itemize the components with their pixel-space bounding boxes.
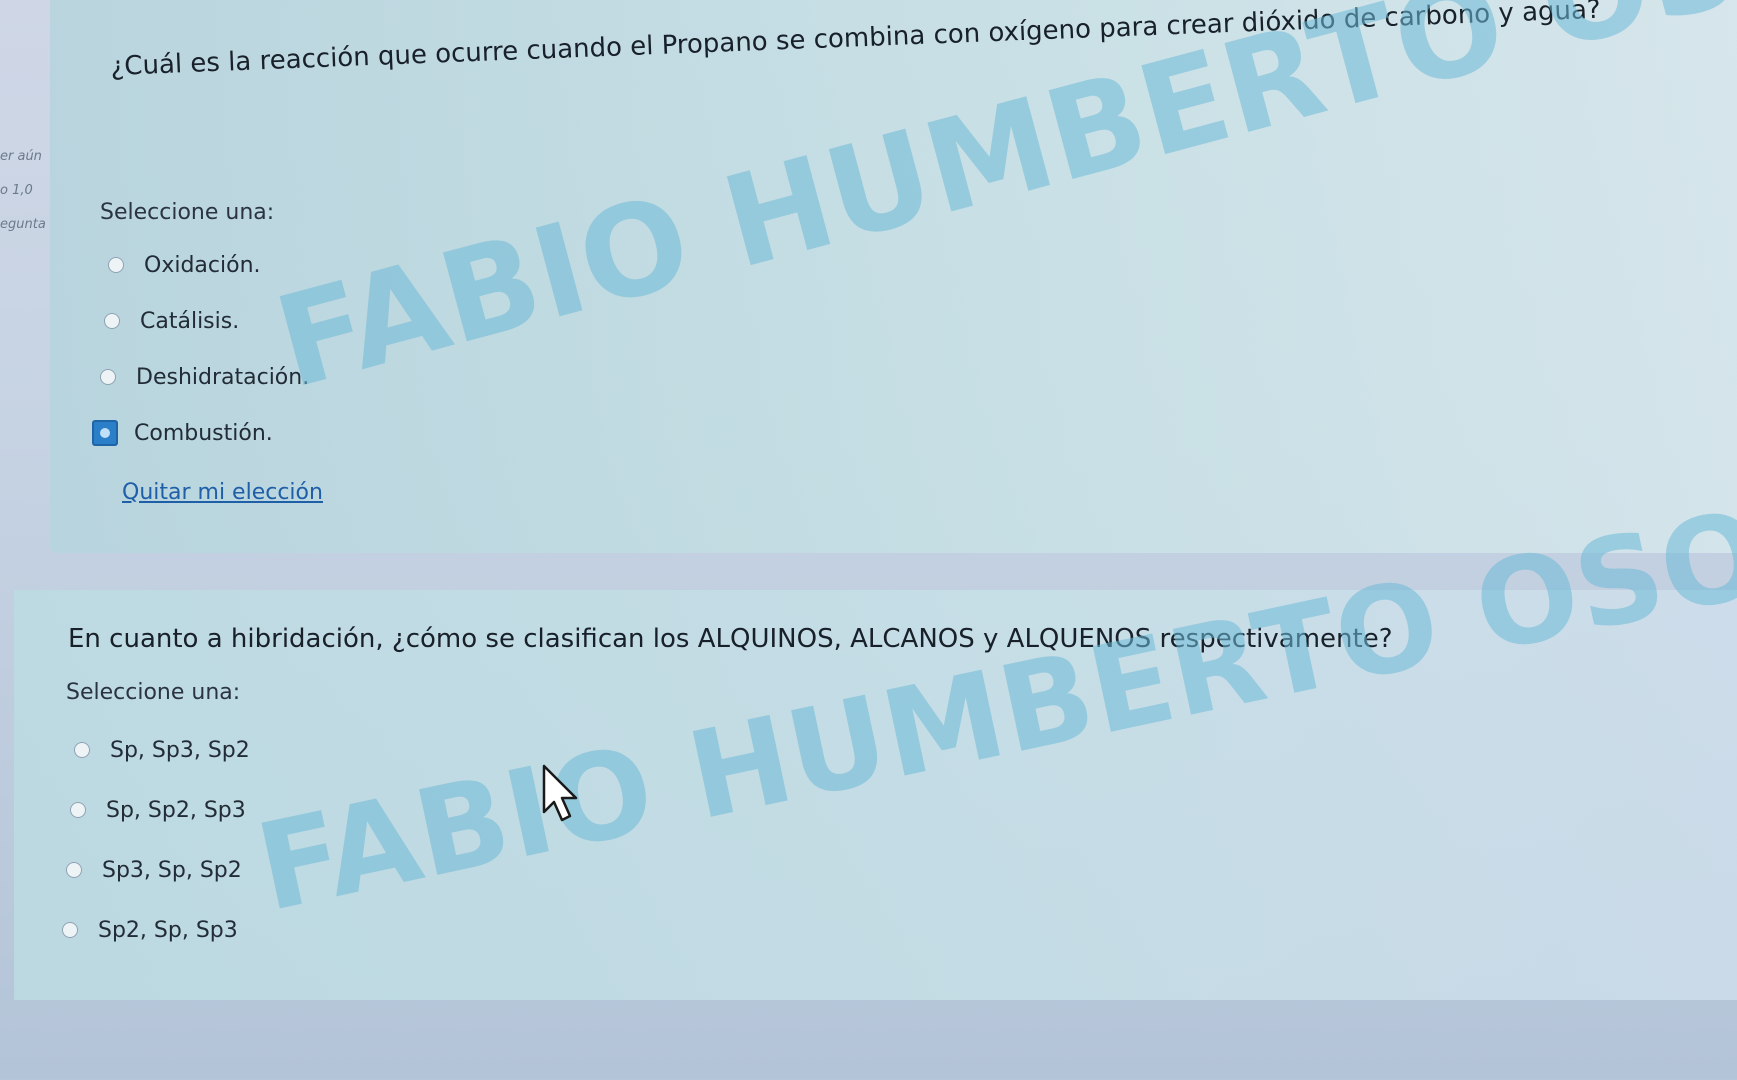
question-2-prompt: Seleccione una: [66,680,241,705]
q2-option-3[interactable]: Sp3, Sp, Sp2 [66,855,242,885]
radio-unchecked-icon[interactable] [104,313,120,329]
q2-option-2[interactable]: Sp, Sp2, Sp3 [70,795,246,825]
radio-unchecked-icon[interactable] [108,257,124,273]
radio-unchecked-icon[interactable] [70,802,86,818]
option-label: Sp2, Sp, Sp3 [98,917,238,943]
radio-unchecked-icon[interactable] [62,922,78,938]
option-label: Deshidratación. [136,364,310,390]
question-2-text: En cuanto a hibridación, ¿cómo se clasif… [68,624,1393,654]
q2-option-1[interactable]: Sp, Sp3, Sp2 [74,735,250,765]
option-label: Sp3, Sp, Sp2 [102,857,242,883]
question-card-2: En cuanto a hibridación, ¿cómo se clasif… [14,590,1737,1000]
radio-checked-icon[interactable] [92,420,118,446]
option-label: Catálisis. [140,308,240,334]
radio-unchecked-icon[interactable] [100,369,116,385]
radio-unchecked-icon[interactable] [66,862,82,878]
option-label: Combustión. [134,420,273,446]
q1-option-catalisis[interactable]: Catálisis. [104,306,239,336]
option-label: Sp, Sp2, Sp3 [106,797,246,823]
q1-option-combustion[interactable]: Combustión. [92,418,273,448]
option-label: Sp, Sp3, Sp2 [110,737,250,763]
question-1-prompt: Seleccione una: [100,200,275,225]
q1-option-deshidratacion[interactable]: Deshidratación. [100,362,309,392]
option-label: Oxidación. [144,252,261,278]
mouse-pointer-icon [542,764,578,822]
radio-unchecked-icon[interactable] [74,742,90,758]
question-card-1: ¿Cuál es la reacción que ocurre cuando e… [50,0,1737,553]
q2-option-4[interactable]: Sp2, Sp, Sp3 [62,915,238,945]
clear-choice-link[interactable]: Quitar mi elección [122,480,323,505]
question-1-text: ¿Cuál es la reacción que ocurre cuando e… [110,0,1602,82]
q1-option-oxidacion[interactable]: Oxidación. [108,250,261,280]
